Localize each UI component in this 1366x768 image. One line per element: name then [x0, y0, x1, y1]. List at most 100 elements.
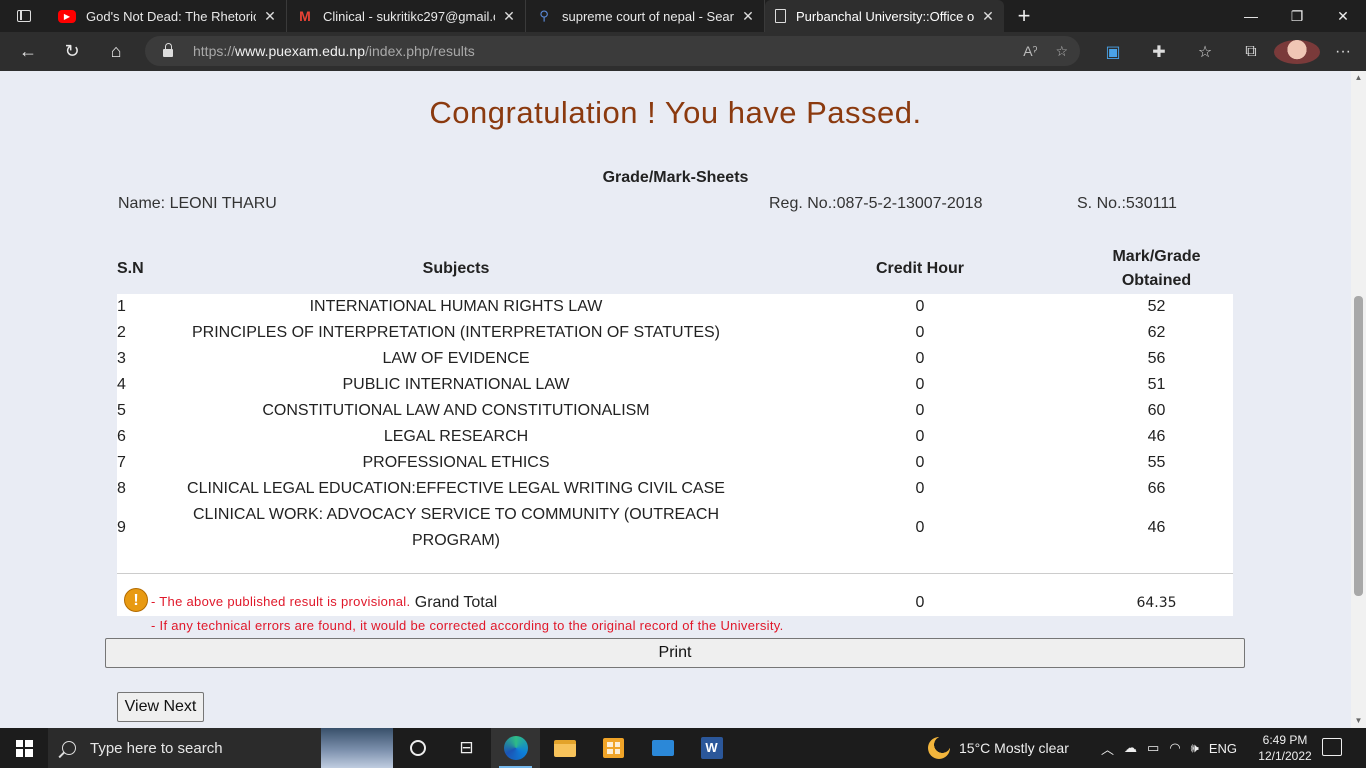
minimize-icon[interactable]: —: [1228, 0, 1274, 32]
grand-total-mark: 64.35: [1080, 573, 1233, 616]
cell-credit: 0: [760, 398, 1080, 424]
read-aloud-icon[interactable]: A͏ˀ: [1023, 43, 1037, 60]
cell-subject: CONSTITUTIONAL LAW AND CONSTITUTIONALISM: [152, 398, 760, 424]
cell-subject: PUBLIC INTERNATIONAL LAW: [152, 372, 760, 398]
tab-actions-menu-icon[interactable]: [0, 0, 48, 32]
address-bar[interactable]: https://www.puexam.edu.np/index.php/resu…: [145, 36, 1080, 66]
warning-icon: !: [124, 588, 148, 612]
cortana-icon: [409, 740, 426, 756]
restore-icon[interactable]: ❐: [1274, 0, 1320, 32]
search-highlight-image: [321, 728, 393, 768]
folder-icon: [553, 739, 576, 757]
close-tab-icon[interactable]: ✕: [980, 8, 996, 25]
taskbar-clock[interactable]: 6:49 PM 12/1/2022: [1254, 732, 1316, 764]
language-indicator[interactable]: ENG: [1209, 741, 1237, 756]
sheet-title: Grade/Mark-Sheets: [602, 169, 749, 186]
taskbar-mail[interactable]: [638, 728, 687, 768]
provisional-notice: !: [124, 588, 148, 612]
url-text[interactable]: https://www.puexam.edu.np/index.php/resu…: [193, 43, 475, 59]
wifi-icon[interactable]: ◠: [1169, 740, 1180, 756]
cell-mark: 66: [1080, 476, 1233, 502]
tab-youtube[interactable]: ▶ God's Not Dead: The Rhetoric of ✕: [48, 0, 287, 32]
table-row: 1 INTERNATIONAL HUMAN RIGHTS LAW 0 52: [117, 294, 1233, 320]
close-tab-icon[interactable]: ✕: [740, 8, 756, 25]
cell-sn: 2: [117, 320, 152, 346]
weather-moon-icon: [928, 737, 950, 759]
table-header-row: S.N Subjects Credit Hour Mark/Grade Obta…: [117, 243, 1233, 294]
task-view-button[interactable]: ⊟: [442, 728, 491, 768]
tab-purbanchal[interactable]: Purbanchal University::Office of t ✕: [765, 0, 1004, 32]
close-tab-icon[interactable]: ✕: [262, 8, 278, 25]
tab-title: Clinical - sukritikc297@gmail.com: [323, 8, 495, 24]
marks-table: S.N Subjects Credit Hour Mark/Grade Obta…: [117, 243, 1233, 616]
taskbar-store[interactable]: [589, 728, 638, 768]
table-row: 3 LAW OF EVIDENCE 0 56: [117, 346, 1233, 372]
taskbar-file-explorer[interactable]: [540, 728, 589, 768]
cortana-button[interactable]: [393, 728, 442, 768]
cell-mark: 46: [1080, 502, 1233, 554]
battery-icon[interactable]: ▭: [1147, 740, 1159, 756]
extensions-icon[interactable]: ✚: [1136, 42, 1182, 62]
back-button[interactable]: ←: [6, 32, 50, 71]
cell-sn: 9: [117, 502, 152, 554]
result-heading: Congratulation ! You have Passed.: [429, 95, 922, 130]
close-tab-icon[interactable]: ✕: [501, 8, 517, 25]
scroll-down-icon[interactable]: ▼: [1351, 714, 1366, 728]
volume-icon[interactable]: 🕪: [1191, 740, 1199, 756]
column-header-mark: Mark/Grade Obtained: [1080, 243, 1233, 294]
cell-mark: 55: [1080, 450, 1233, 476]
lock-icon[interactable]: [163, 43, 173, 57]
weather-widget[interactable]: 15°C Mostly clear: [928, 728, 1069, 768]
home-button[interactable]: ⌂: [94, 32, 138, 71]
tab-bing-search[interactable]: ⚲ supreme court of nepal - Search ✕: [526, 0, 765, 32]
cell-credit: 0: [760, 294, 1080, 320]
table-row: 2 PRINCIPLES OF INTERPRETATION (INTERPRE…: [117, 320, 1233, 346]
print-button[interactable]: Print: [105, 638, 1245, 668]
search-placeholder: Type here to search: [90, 739, 223, 757]
student-name: Name: LEONI THARU: [118, 195, 277, 212]
onedrive-icon[interactable]: ☁: [1124, 740, 1137, 756]
collections-icon[interactable]: ⧉: [1228, 43, 1274, 61]
taskbar-search-box[interactable]: Type here to search: [48, 728, 393, 768]
scrollbar-thumb[interactable]: [1354, 296, 1363, 596]
cell-subject: LEGAL RESEARCH: [152, 424, 760, 450]
clock-date: 12/1/2022: [1258, 749, 1312, 763]
profile-avatar[interactable]: [1274, 39, 1320, 64]
tab-gmail[interactable]: M Clinical - sukritikc297@gmail.com ✕: [287, 0, 526, 32]
cell-sn: 8: [117, 476, 152, 502]
cell-subject: LAW OF EVIDENCE: [152, 346, 760, 372]
browser-tab-bar: ▶ God's Not Dead: The Rhetoric of ✕ M Cl…: [0, 0, 1366, 32]
start-button[interactable]: [0, 728, 48, 768]
cell-sn: 3: [117, 346, 152, 372]
cell-sn: 7: [117, 450, 152, 476]
table-divider: [117, 554, 1233, 574]
more-options-icon[interactable]: ···: [1320, 43, 1366, 61]
extension-active-icon[interactable]: ▣: [1090, 42, 1136, 62]
taskbar-word[interactable]: W: [687, 728, 736, 768]
tab-title: Purbanchal University::Office of t: [796, 8, 974, 24]
windows-logo-icon: [15, 739, 33, 757]
refresh-button[interactable]: ↻: [50, 32, 94, 71]
chevron-up-icon[interactable]: ︿: [1101, 739, 1114, 758]
table-row: 4 PUBLIC INTERNATIONAL LAW 0 51: [117, 372, 1233, 398]
windows-taskbar: Type here to search ⊟ W 15°C Mostly clea…: [0, 728, 1366, 768]
page-icon: [775, 9, 786, 23]
table-row: 6 LEGAL RESEARCH 0 46: [117, 424, 1233, 450]
add-favorite-icon[interactable]: ☆: [1055, 43, 1068, 60]
notice-technical-errors-text: - If any technical errors are found, it …: [151, 618, 784, 633]
cell-credit: 0: [760, 476, 1080, 502]
page-scrollbar[interactable]: ▲ ▼: [1351, 71, 1366, 728]
scroll-up-icon[interactable]: ▲: [1351, 71, 1366, 85]
close-window-icon[interactable]: ✕: [1320, 0, 1366, 32]
taskbar-edge[interactable]: [491, 728, 540, 768]
view-next-button[interactable]: View Next: [117, 692, 204, 722]
column-header-subjects: Subjects: [152, 243, 760, 294]
favorites-icon[interactable]: ☆: [1182, 42, 1228, 62]
table-row: 9 CLINICAL WORK: ADVOCACY SERVICE TO COM…: [117, 502, 1233, 554]
store-icon: [603, 738, 624, 758]
new-tab-button[interactable]: +: [1004, 0, 1044, 32]
weather-text: 15°C Mostly clear: [959, 740, 1069, 756]
page-content: Congratulation ! You have Passed. Grade/…: [0, 71, 1351, 728]
cell-mark: 51: [1080, 372, 1233, 398]
notification-center-icon[interactable]: [1322, 738, 1342, 756]
